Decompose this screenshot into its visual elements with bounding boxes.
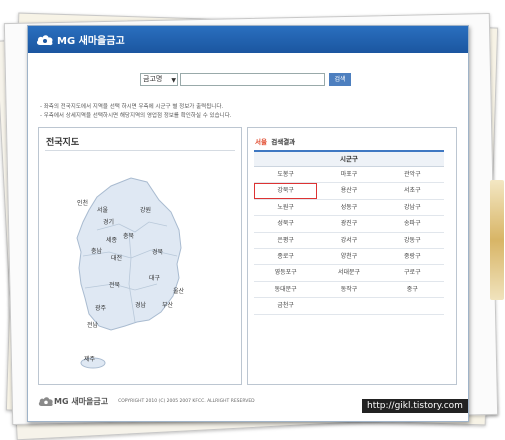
- map-label-ulsan[interactable]: 울산: [173, 286, 184, 295]
- search-input[interactable]: [180, 73, 325, 86]
- district-cell[interactable]: 마포구: [317, 167, 380, 182]
- district-cell[interactable]: 동작구: [317, 282, 380, 297]
- note-line: - 좌측의 전국지도에서 지역을 선택 하시면 우측에 시군구 별 정보가 출력…: [40, 104, 224, 110]
- district-cell[interactable]: 중랑구: [381, 249, 444, 264]
- table-row: 영등포구 서대문구 구로구: [254, 265, 444, 282]
- map-label-gyeongbuk[interactable]: 경북: [152, 247, 163, 256]
- logo-text: MG 새마을금고: [57, 36, 125, 47]
- map-panel-title: 전국지도: [46, 138, 80, 148]
- map-label-gwangju[interactable]: 광주: [95, 303, 106, 312]
- header-bar: MG 새마을금고: [28, 26, 468, 53]
- footer-logo-text: MG 새마을금고: [54, 397, 109, 406]
- divider: [45, 150, 235, 151]
- map-label-incheon[interactable]: 인천: [77, 198, 88, 207]
- brand-logo[interactable]: MG 새마을금고: [36, 32, 125, 47]
- district-cell[interactable]: 도봉구: [254, 167, 317, 182]
- district-cell[interactable]: 광진구: [317, 216, 380, 231]
- district-cell[interactable]: 중구: [381, 282, 444, 297]
- footer: MG 새마을금고 COPYRIGHT 2010 (C) 2005 2007 KF…: [38, 396, 255, 407]
- search-type-select[interactable]: 금고명 ▼: [140, 73, 178, 86]
- district-cell[interactable]: 양천구: [317, 249, 380, 264]
- table-row: 은평구 강서구 강동구: [254, 233, 444, 249]
- map-label-jeonnam[interactable]: 전남: [87, 320, 98, 329]
- search-bar: 금고명 ▼ 검색: [140, 73, 351, 86]
- district-cell[interactable]: 금천구: [254, 298, 317, 313]
- table-row: 금천구: [254, 298, 444, 315]
- map-label-busan[interactable]: 부산: [162, 300, 173, 309]
- district-cell-selected[interactable]: 강북구: [254, 183, 318, 199]
- map-label-chungbuk[interactable]: 충북: [123, 231, 134, 240]
- map-label-chungnam[interactable]: 충남: [91, 246, 102, 255]
- results-region: 서울: [255, 138, 267, 146]
- screenshot-frame: MG 새마을금고 금고명 ▼ 검색 - 좌측의 전국지도에서 지역을 선택 하시…: [27, 25, 469, 422]
- district-cell[interactable]: 구로구: [381, 265, 444, 280]
- district-cell[interactable]: 서초구: [381, 183, 444, 198]
- district-cell[interactable]: 관악구: [381, 167, 444, 182]
- map-label-seoul[interactable]: 서울: [97, 205, 108, 214]
- copyright-text: COPYRIGHT 2010 (C) 2005 2007 KFCC. ALLRI…: [118, 399, 255, 404]
- results-title-suffix: 검색결과: [271, 138, 296, 146]
- map-panel: 전국지도 인천 서울 경기 강원 세종 충북 충남 대전 경북 전북 대구 울산…: [38, 127, 242, 385]
- table-row: 강북구 용산구 서초구: [254, 183, 444, 200]
- map-label-sejong[interactable]: 세종: [106, 235, 117, 244]
- watermark-url: http://gikl.tistory.com: [362, 399, 468, 413]
- table-row: 도봉구 마포구 관악구: [254, 167, 444, 184]
- district-cell[interactable]: 동대문구: [254, 282, 317, 297]
- results-panel: 서울 검색결과 시군구 도봉구 마포구 관악구 강북구 용산구 서초구 노원구 …: [247, 127, 457, 385]
- district-cell[interactable]: 성북구: [254, 216, 317, 231]
- gold-edge-decoration: [490, 180, 504, 300]
- district-cell[interactable]: 은평구: [254, 233, 317, 248]
- district-cell[interactable]: 강남구: [381, 200, 444, 215]
- search-type-value: 금고명: [143, 75, 163, 83]
- map-label-daejeon[interactable]: 대전: [111, 253, 122, 262]
- note-line: - 우측에서 상세지역을 선택하시면 해당지역의 영업점 정보를 확인하실 수 …: [40, 113, 232, 119]
- footer-logo[interactable]: MG 새마을금고: [38, 396, 108, 407]
- district-table-header: 시군구: [254, 152, 444, 167]
- map-label-jeonbuk[interactable]: 전북: [109, 280, 120, 289]
- map-label-gangwon[interactable]: 강원: [140, 205, 151, 214]
- map-label-gyeonggi[interactable]: 경기: [103, 217, 114, 226]
- results-title: 서울 검색결과: [255, 136, 295, 146]
- map-label-daegu[interactable]: 대구: [149, 273, 160, 282]
- korea-map[interactable]: [39, 152, 239, 382]
- district-cell[interactable]: 성동구: [317, 200, 380, 215]
- mg-cloud-icon: [36, 34, 53, 45]
- table-row: 동대문구 동작구 중구: [254, 282, 444, 299]
- instruction-notes: - 좌측의 전국지도에서 지역을 선택 하시면 우측에 시군구 별 정보가 출력…: [40, 103, 232, 121]
- map-label-jeju[interactable]: 제주: [84, 354, 95, 363]
- table-row: 종로구 양천구 중랑구: [254, 249, 444, 266]
- district-table: 시군구 도봉구 마포구 관악구 강북구 용산구 서초구 노원구 성동구 강남구 …: [254, 150, 444, 315]
- district-cell-empty: [381, 298, 444, 313]
- chevron-down-icon: ▼: [171, 77, 176, 84]
- district-cell[interactable]: 노원구: [254, 200, 317, 215]
- table-row: 성북구 광진구 송파구: [254, 216, 444, 233]
- district-cell[interactable]: 강동구: [381, 233, 444, 248]
- district-cell[interactable]: 용산구: [317, 183, 380, 198]
- district-cell-empty: [317, 298, 380, 313]
- table-row: 노원구 성동구 강남구: [254, 200, 444, 217]
- district-cell[interactable]: 서대문구: [317, 265, 380, 280]
- district-cell[interactable]: 영등포구: [254, 265, 317, 280]
- district-cell[interactable]: 강서구: [317, 233, 380, 248]
- district-cell[interactable]: 송파구: [381, 216, 444, 231]
- search-button[interactable]: 검색: [329, 73, 351, 86]
- district-cell[interactable]: 종로구: [254, 249, 317, 264]
- mg-cloud-icon: [38, 397, 53, 407]
- map-label-gyeongnam[interactable]: 경남: [135, 300, 146, 309]
